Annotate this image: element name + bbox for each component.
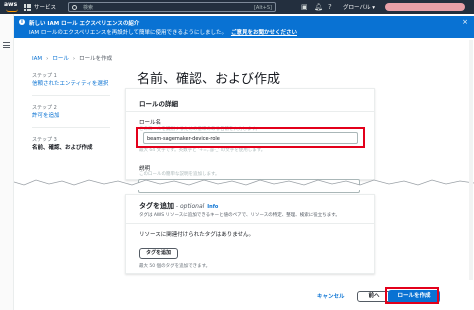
grid-icon	[24, 3, 31, 11]
info-icon: i	[19, 19, 25, 25]
add-tag-button[interactable]: タグを追加	[139, 248, 179, 259]
help-icon[interactable]: ?	[328, 3, 332, 11]
account-menu[interactable]	[385, 3, 465, 11]
torn-edge-divider	[14, 179, 474, 190]
step-label[interactable]: 信頼されたエンティティを選択	[32, 79, 124, 87]
step-label: 名前、確認、および作成	[32, 145, 93, 151]
flash-body-text: IAM ロールのエクスペリエンスを再設計して簡単に使用できるようにしました。	[29, 30, 227, 36]
step-divider	[32, 127, 110, 128]
menu-icon[interactable]	[3, 42, 10, 50]
flash-body: IAM ロールのエクスペリエンスを再設計して簡単に使用できるようにしました。 ご意…	[29, 28, 297, 36]
cancel-button[interactable]: キャンセル	[317, 292, 345, 300]
breadcrumb-roles[interactable]: ロール	[52, 56, 69, 62]
breadcrumb-current: ロールを作成	[79, 56, 113, 62]
aws-logo-text: aws	[4, 1, 18, 8]
divider	[126, 223, 375, 224]
info-flashbar: i 新しい IAM ロール エクスペリエンスの紹介 IAM ロールのエクスペリエ…	[14, 16, 474, 38]
step-2[interactable]: ステップ 2 許可を追加	[32, 104, 124, 119]
breadcrumb-iam[interactable]: IAM	[32, 56, 42, 62]
step-divider	[32, 95, 110, 96]
search-input[interactable]: 検索 [Alt+S]	[68, 2, 276, 12]
top-navigation-bar: aws サービス 検索 [Alt+S] ▣ 🔔︎ ? グローバル ▾	[0, 0, 474, 14]
notifications-icon[interactable]: 🔔︎	[314, 3, 323, 11]
feedback-link[interactable]: ご意見をお聞かせください	[231, 30, 297, 36]
tag-limit-text: 最大 50 個のタグを追加できます。	[139, 264, 211, 269]
role-details-heading: ロールの詳細	[139, 100, 178, 108]
aws-smile-icon	[6, 9, 18, 12]
breadcrumb: IAM › ロール › ロールを作成	[32, 54, 112, 62]
services-menu-button[interactable]: サービス	[24, 2, 56, 12]
highlight-box	[385, 287, 439, 304]
divider	[126, 111, 375, 112]
info-link[interactable]: Info	[207, 204, 218, 210]
step-label[interactable]: 許可を追加	[32, 111, 124, 119]
tags-heading: タグを追加 - optional Info	[139, 201, 218, 211]
tags-title: タグを追加	[139, 202, 174, 210]
page-title: 名前、確認、および作成	[137, 72, 281, 87]
flash-title: 新しい IAM ロール エクスペリエンスの紹介	[29, 21, 140, 27]
step-number: ステップ 3	[32, 137, 57, 143]
services-label: サービス	[34, 5, 57, 11]
aws-logo[interactable]: aws	[4, 1, 22, 13]
region-selector[interactable]: グローバル ▾	[343, 3, 375, 11]
optional-label: - optional	[174, 203, 205, 210]
tags-description: タグは AWS リソースに追加できるキーと値のペアで、リソースの特定、整理、検索…	[139, 213, 340, 218]
search-icon	[72, 4, 77, 10]
search-placeholder: 検索	[83, 4, 94, 11]
wizard-steps: ステップ 1 信頼されたエンティティを選択 ステップ 2 許可を追加 ステップ …	[32, 72, 124, 159]
tags-container: タグを追加 - optional Info タグは AWS リソースに追加できるキ…	[125, 194, 375, 274]
step-number: ステップ 1	[32, 73, 57, 79]
scrollbar[interactable]	[469, 40, 473, 280]
step-3: ステップ 3 名前、確認、および作成	[32, 136, 124, 151]
chevron-right-icon: ›	[72, 56, 76, 62]
step-1[interactable]: ステップ 1 信頼されたエンティティを選択	[32, 72, 124, 87]
close-icon[interactable]: ×	[462, 18, 468, 26]
highlight-box	[136, 127, 365, 148]
side-nav-rail	[0, 14, 14, 310]
chevron-right-icon: ›	[46, 56, 49, 62]
cloudshell-icon[interactable]: ▣	[301, 3, 308, 11]
step-number: ステップ 2	[32, 105, 57, 111]
role-name-label: ロール名	[139, 120, 162, 126]
search-shortcut: [Alt+S]	[253, 4, 272, 11]
no-tags-text: リソースに関連付けられたタグはありません。	[139, 232, 255, 238]
